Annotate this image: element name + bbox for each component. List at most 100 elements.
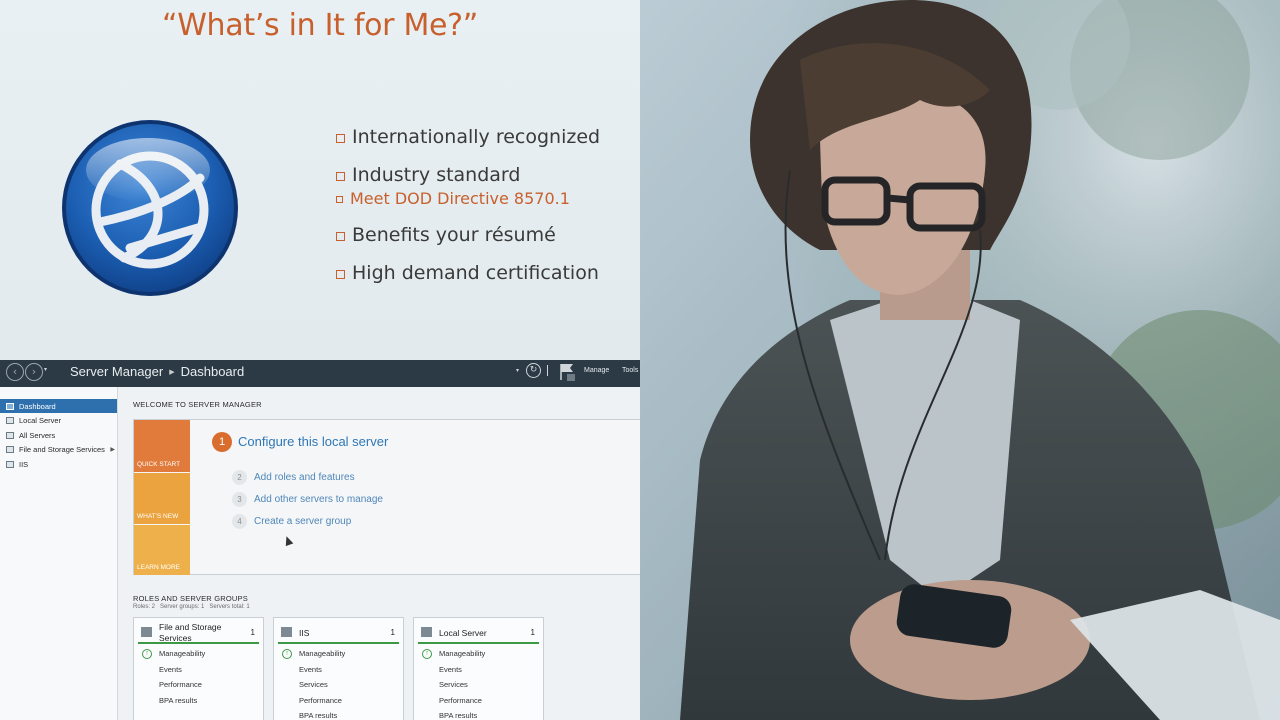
globe-icon (62, 120, 238, 296)
quick-start-step[interactable]: 4 Create a server group (232, 514, 351, 529)
tile-label: LEARN MORE (137, 564, 180, 571)
manage-menu[interactable]: Manage (584, 367, 609, 374)
role-card-header[interactable]: IIS 1 (278, 622, 399, 644)
tools-menu[interactable]: Tools (622, 367, 638, 374)
sidebar-item-file-and-storage-services[interactable]: File and Storage Services ▶ (0, 443, 117, 457)
bullet-text: Benefits your résumé (352, 224, 556, 246)
role-card-row[interactable]: BPA results (159, 696, 197, 705)
status-ok-icon: ↑ (422, 649, 432, 659)
quick-start-step[interactable]: 2 Add roles and features (232, 470, 355, 485)
server-icon (6, 431, 14, 439)
role-card-header[interactable]: Local Server 1 (418, 622, 539, 644)
role-card[interactable]: IIS 1 ↑ Manageability Events Services Performa… (273, 617, 404, 720)
configure-local-server-link[interactable]: Configure this local server (238, 434, 388, 449)
sidebar-item-label: All Servers (19, 430, 56, 440)
bullet-text: Industry standard (352, 164, 521, 186)
role-icon (281, 627, 292, 637)
role-card-title: IIS (299, 628, 310, 638)
tile-learn-more[interactable]: LEARN MORE (134, 525, 190, 575)
quick-start-step[interactable]: 3 Add other servers to manage (232, 492, 383, 507)
role-card-row[interactable]: BPA results (439, 711, 477, 720)
step-number-badge: 1 (212, 432, 232, 452)
notifications-flag-icon[interactable] (558, 362, 576, 382)
back-icon[interactable]: ‹ (6, 363, 24, 381)
server-icon (6, 460, 14, 468)
breadcrumb-separator-icon: ▶ (169, 369, 175, 376)
dropdown-icon[interactable]: ▾ (516, 367, 519, 374)
tile-whats-new[interactable]: WHAT'S NEW (134, 473, 190, 524)
role-card-row[interactable]: Manageability (439, 649, 485, 658)
server-icon (6, 446, 14, 453)
main-content: WELCOME TO SERVER MANAGER QUICK START WH… (119, 387, 640, 720)
sidebar-item-local-server[interactable]: Local Server (0, 414, 117, 428)
slide-title: “What’s in It for Me?” (161, 8, 479, 43)
step-number-badge: 2 (232, 470, 247, 485)
bullet-text: Meet DOD Directive 8570.1 (350, 189, 570, 208)
step-link[interactable]: Add other servers to manage (254, 494, 383, 505)
role-card-row[interactable]: Events (159, 665, 182, 674)
welcome-title: WELCOME TO SERVER MANAGER (133, 400, 262, 409)
role-card-row[interactable]: BPA results (299, 711, 337, 720)
history-dropdown-icon[interactable]: ▾ (44, 366, 47, 373)
role-card-count: 1 (250, 628, 255, 637)
bullet-item: Benefits your résumé (336, 224, 556, 246)
bullet-item: Industry standard (336, 164, 520, 186)
step-link[interactable]: Create a server group (254, 516, 351, 527)
role-icon (421, 627, 432, 637)
role-card-row[interactable]: Manageability (159, 649, 205, 658)
bullet-square-icon (336, 171, 345, 181)
role-card-count: 1 (390, 628, 395, 637)
role-card[interactable]: File and Storage Services 1 ↑ Manageability… (133, 617, 264, 720)
bullet-text: High demand certification (352, 262, 599, 284)
forward-icon[interactable]: › (25, 363, 43, 381)
sidebar-item-label: Local Server (19, 416, 62, 425)
server-groups-count: Server groups: 1 (160, 604, 205, 610)
step-number-badge: 3 (232, 492, 247, 507)
role-card-row[interactable]: Events (439, 665, 462, 674)
role-card-row[interactable]: Performance (439, 696, 482, 705)
tile-quick-start[interactable]: QUICK START (134, 420, 190, 472)
sidebar-item-iis[interactable]: IIS (0, 457, 117, 471)
sidebar-item-all-servers[interactable]: All Servers (0, 428, 117, 442)
photo-woman-with-phone (640, 0, 1280, 720)
bullet-item: Internationally recognized (336, 126, 600, 148)
refresh-icon[interactable]: ↻ (526, 363, 541, 378)
title-bar: ‹ › ▾ Server Manager ▶ Dashboard ▾ ↻ Manag… (0, 360, 640, 387)
role-card-header[interactable]: File and Storage Services 1 (138, 622, 259, 644)
breadcrumb-app[interactable]: Server Manager (70, 364, 163, 379)
role-card[interactable]: Local Server 1 ↑ Manageability Events Service… (413, 617, 544, 720)
bullet-square-icon (336, 269, 345, 279)
sidebar-item-label: Dashboard (19, 401, 56, 411)
server-manager-window: ‹ › ▾ Server Manager ▶ Dashboard ▾ ↻ Manag… (0, 360, 640, 720)
servers-total-count: Servers total: 1 (209, 604, 250, 610)
roles-count: Roles: 2 (133, 604, 156, 610)
sidebar-item-label: IIS (19, 459, 29, 469)
sidebar-item-label: File and Storage Services (19, 445, 105, 454)
bullet-item: High demand certification (336, 262, 599, 284)
bullet-square-icon (336, 231, 345, 241)
role-icon (141, 627, 152, 637)
sidebar-item-dashboard[interactable]: Dashboard (0, 399, 117, 413)
role-card-count: 1 (530, 628, 535, 637)
role-card-row[interactable]: Manageability (299, 649, 345, 658)
role-card-row[interactable]: Performance (159, 680, 202, 689)
role-card-row[interactable]: Events (299, 665, 322, 674)
role-card-row[interactable]: Services (439, 680, 468, 689)
mouse-cursor-icon (282, 534, 294, 547)
slide-panel: “What’s in It for Me?” Internationally r… (0, 0, 640, 360)
tile-label: QUICK START (137, 461, 181, 468)
role-card-title: File and Storage Services (159, 622, 222, 643)
server-icon (6, 402, 14, 410)
status-ok-icon: ↑ (142, 649, 152, 659)
bullet-square-icon (336, 133, 345, 143)
role-card-row[interactable]: Performance (299, 696, 342, 705)
bullet-square-icon (336, 196, 343, 203)
breadcrumb-page[interactable]: Dashboard (181, 364, 245, 379)
expand-arrow-icon[interactable]: ▶ (110, 446, 115, 453)
role-card-row[interactable]: Services (299, 680, 328, 689)
breadcrumb: Server Manager ▶ Dashboard (70, 364, 244, 379)
sidebar: Dashboard Local Server All Servers File and… (0, 387, 118, 720)
server-icon (6, 417, 14, 424)
status-ok-icon: ↑ (282, 649, 292, 659)
step-link[interactable]: Add roles and features (254, 472, 355, 483)
